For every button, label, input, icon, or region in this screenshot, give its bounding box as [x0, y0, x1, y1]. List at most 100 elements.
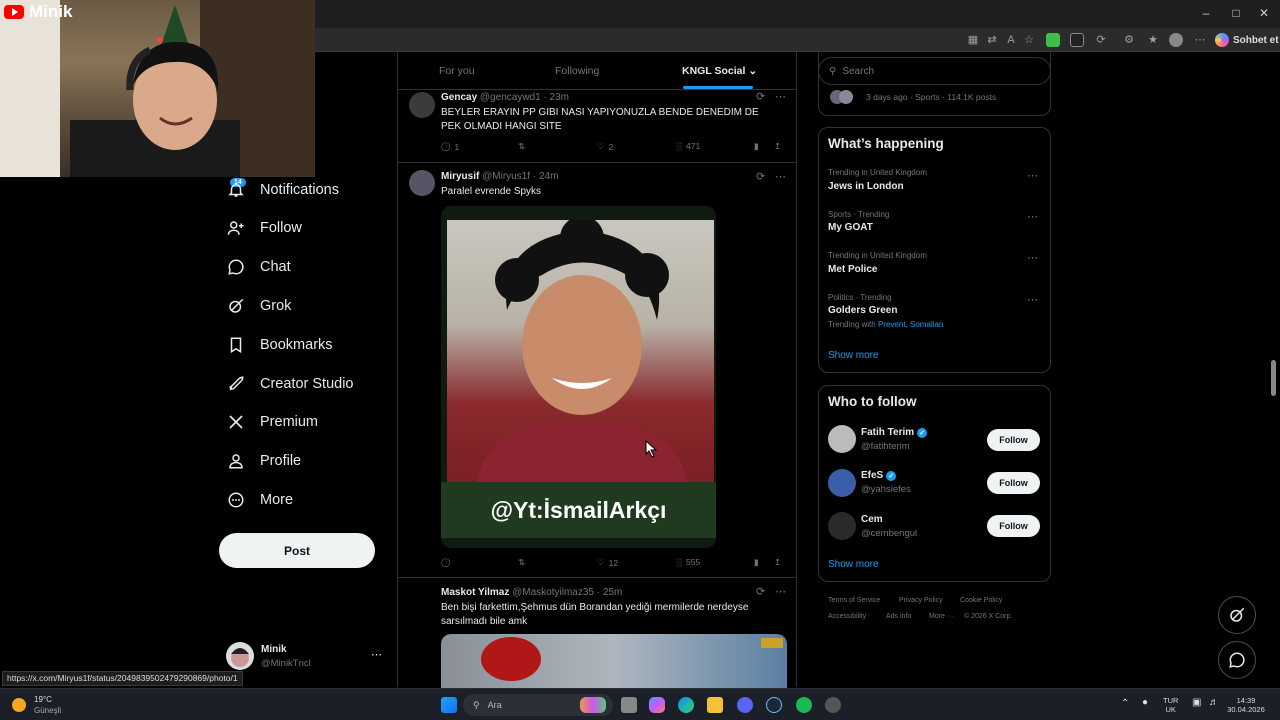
copilot-app-icon[interactable]: [649, 697, 665, 713]
retweet-button[interactable]: ⇅: [518, 557, 525, 568]
maximize-icon[interactable]: □: [1228, 6, 1244, 20]
tab-following[interactable]: Following: [555, 65, 599, 77]
show-more-trends-link[interactable]: Show more: [828, 350, 879, 361]
settings-dots-icon[interactable]: ⋯: [1193, 33, 1207, 47]
nav-creator-studio[interactable]: Creator Studio: [226, 369, 354, 399]
extension-green-icon[interactable]: [1046, 33, 1060, 47]
account-avatar[interactable]: [226, 642, 254, 670]
trend-more-icon[interactable]: ⋯: [1027, 210, 1039, 223]
footer-ads-link[interactable]: Ads info: [886, 613, 911, 620]
file-explorer-icon[interactable]: [707, 697, 723, 713]
spotify-icon[interactable]: [796, 697, 812, 713]
like-button[interactable]: ♡ 12: [597, 557, 618, 568]
tweet-avatar[interactable]: [409, 92, 435, 118]
trend-item[interactable]: Golders Green: [828, 305, 897, 316]
grok-action-icon[interactable]: ⟳: [756, 170, 766, 183]
tweet-avatar[interactable]: [409, 170, 435, 196]
footer-terms-link[interactable]: Terms of Service: [828, 597, 880, 604]
trend-more-icon[interactable]: ⋯: [1027, 293, 1039, 306]
trend-item[interactable]: Jews in London: [828, 181, 904, 192]
views-button[interactable]: ░ 555: [676, 557, 700, 567]
footer-privacy-link[interactable]: Privacy Policy: [899, 597, 943, 604]
tweet-author[interactable]: Gencay: [441, 92, 477, 103]
extensions-puzzle-icon[interactable]: ⚙: [1122, 33, 1136, 47]
follow-suggestion-avatar[interactable]: [828, 469, 856, 497]
discord-icon[interactable]: [737, 697, 753, 713]
tweet-media-image[interactable]: @Yt:İsmailArkçı: [441, 206, 716, 548]
trend-item[interactable]: My GOAT: [828, 222, 873, 233]
network-icon[interactable]: ▣: [1192, 697, 1201, 708]
settings-gear-icon[interactable]: [825, 697, 841, 713]
nav-follow[interactable]: Follow: [226, 213, 302, 243]
volume-icon[interactable]: ♬: [1209, 697, 1219, 708]
translate-icon[interactable]: ⇄: [985, 33, 999, 47]
like-button[interactable]: ♡ 2: [597, 141, 613, 152]
views-button[interactable]: ░ 471: [676, 141, 700, 151]
task-view-icon[interactable]: [621, 697, 637, 713]
follow-suggestion-avatar[interactable]: [828, 512, 856, 540]
tray-chevron-icon[interactable]: ⌃: [1121, 698, 1129, 709]
follow-button[interactable]: Follow: [987, 515, 1040, 537]
follow-suggestion-name[interactable]: EfeS ✓: [861, 470, 897, 481]
show-more-follow-link[interactable]: Show more: [828, 559, 879, 570]
collections-icon[interactable]: ★: [1146, 33, 1160, 47]
share-button[interactable]: ↥: [774, 557, 781, 568]
steam-icon[interactable]: [766, 697, 782, 713]
favorite-star-icon[interactable]: ☆: [1022, 33, 1036, 47]
refresh-circle-icon[interactable]: ⟳: [1094, 33, 1108, 47]
windows-start-icon[interactable]: [441, 697, 457, 713]
nav-grok[interactable]: Grok: [226, 291, 291, 321]
nav-notifications[interactable]: Notifications: [226, 175, 339, 205]
tweet-more-icon[interactable]: ⋯: [775, 585, 787, 598]
follow-button[interactable]: Follow: [987, 472, 1040, 494]
trend-more-icon[interactable]: ⋯: [1027, 251, 1039, 264]
footer-accessibility-link[interactable]: Accessibility: [828, 613, 866, 620]
chat-floating-button[interactable]: [1218, 641, 1256, 679]
grok-action-icon[interactable]: ⟳: [756, 90, 766, 103]
read-aloud-icon[interactable]: A: [1004, 33, 1018, 47]
clock[interactable]: 14:39 30.04.2026: [1226, 696, 1266, 714]
extension-dark-icon[interactable]: [1070, 33, 1084, 47]
grok-floating-button[interactable]: [1218, 596, 1256, 634]
nav-profile[interactable]: Profile: [226, 446, 301, 476]
follow-suggestion-avatar[interactable]: [828, 425, 856, 453]
tab-actions-icon[interactable]: ▦: [966, 33, 980, 47]
tweet-author[interactable]: Miryusif: [441, 171, 479, 182]
copilot-chat-button[interactable]: Sohbet et: [1215, 31, 1279, 49]
follow-suggestion-name[interactable]: Cem: [861, 514, 883, 525]
footer-more-link[interactable]: More ···: [929, 613, 954, 620]
follow-button[interactable]: Follow: [987, 429, 1040, 451]
trend-item[interactable]: Met Police: [828, 264, 877, 275]
trend-related-links[interactable]: Prevent, Somalian: [878, 320, 943, 329]
reply-button[interactable]: ◯ 1: [441, 141, 459, 152]
tweet-author[interactable]: Maskot Yilmaz: [441, 587, 509, 598]
microphone-icon[interactable]: ●: [1142, 697, 1148, 708]
profile-avatar-icon[interactable]: [1169, 33, 1183, 47]
bookmark-button[interactable]: ▮: [754, 557, 759, 568]
follow-suggestion-name[interactable]: Fatih Terim ✓: [861, 427, 928, 438]
trend-more-icon[interactable]: ⋯: [1027, 169, 1039, 182]
account-menu-icon[interactable]: ⋯: [371, 648, 382, 661]
person-plus-icon: [226, 218, 246, 238]
nav-bookmarks[interactable]: Bookmarks: [226, 330, 333, 360]
language-indicator[interactable]: TUR UK: [1163, 696, 1178, 714]
tweet-more-icon[interactable]: ⋯: [775, 90, 787, 103]
close-icon[interactable]: ✕: [1256, 6, 1272, 20]
nav-premium[interactable]: Premium: [226, 407, 318, 437]
grok-action-icon[interactable]: ⟳: [756, 585, 766, 598]
retweet-button[interactable]: ⇅: [518, 141, 525, 152]
tab-kngl-social[interactable]: KNGL Social ⌄: [682, 65, 757, 77]
nav-chat[interactable]: Chat: [226, 252, 291, 282]
page-scrollbar[interactable]: [1271, 360, 1276, 396]
nav-more[interactable]: More: [226, 485, 293, 515]
edge-browser-icon[interactable]: [678, 697, 694, 713]
tab-for-you[interactable]: For you: [439, 65, 475, 77]
tweet-media-image[interactable]: [441, 634, 787, 694]
bookmark-button[interactable]: ▮: [754, 141, 759, 152]
post-button[interactable]: Post: [219, 533, 375, 568]
reply-button[interactable]: ◯: [441, 557, 451, 568]
share-button[interactable]: ↥: [774, 141, 781, 152]
minimize-icon[interactable]: –: [1198, 6, 1214, 20]
tweet-more-icon[interactable]: ⋯: [775, 170, 787, 183]
footer-cookie-link[interactable]: Cookie Policy: [960, 597, 1002, 604]
